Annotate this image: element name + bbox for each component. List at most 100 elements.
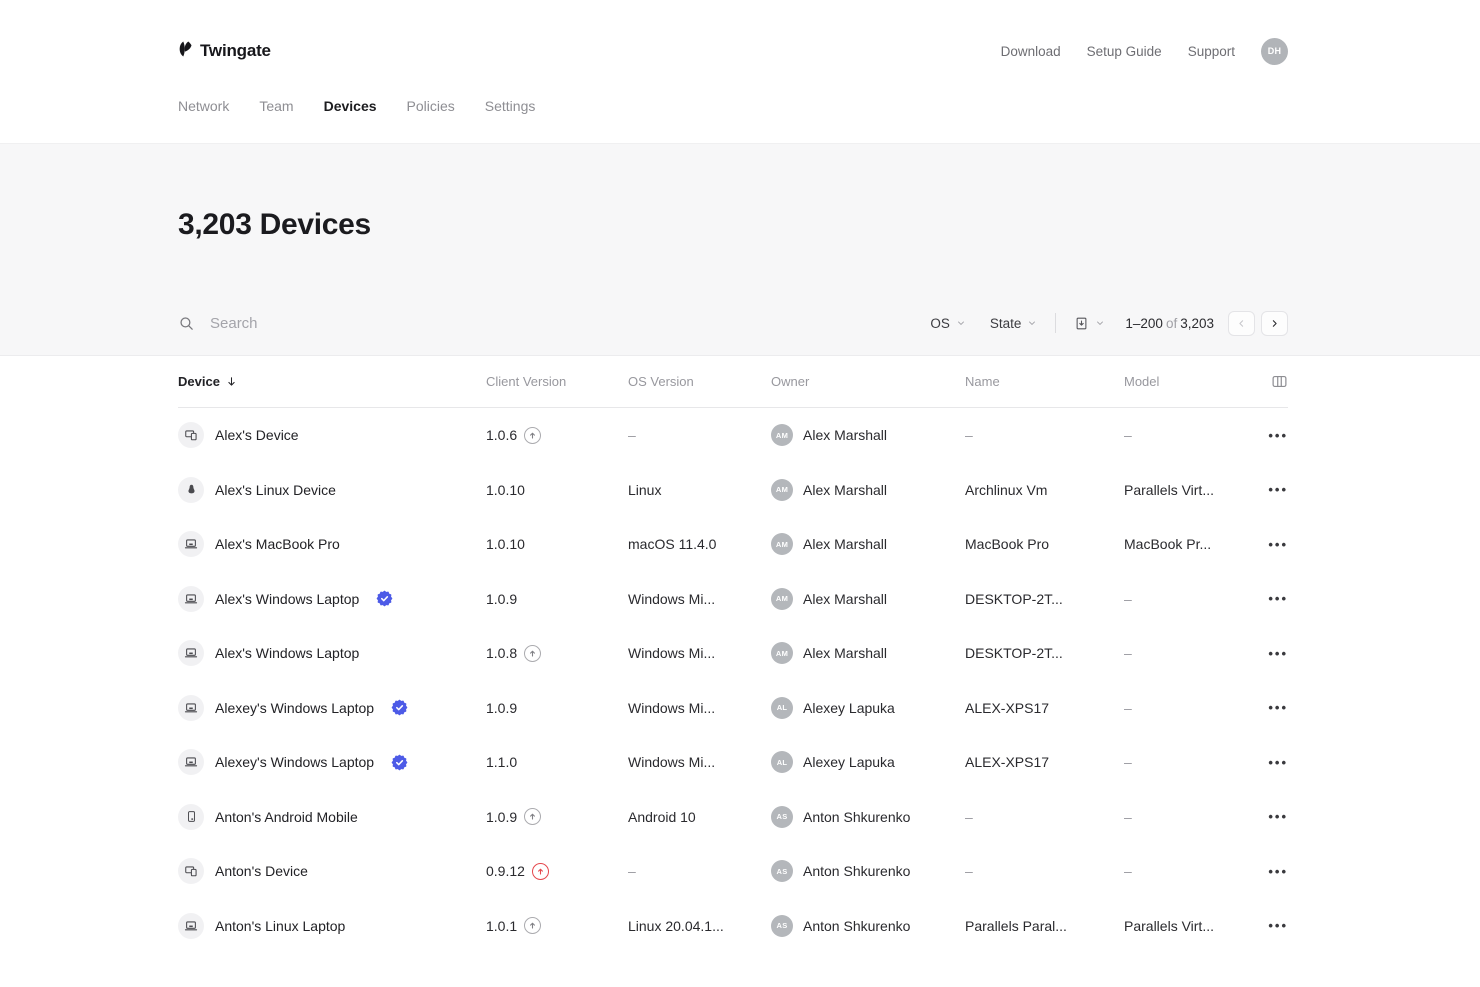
brand-name: Twingate	[200, 41, 271, 61]
mobile-phone-icon	[185, 810, 198, 823]
owner-avatar: AL	[771, 751, 793, 773]
table-row[interactable]: Anton's Android Mobile 1.0.9 Android 10 …	[178, 790, 1288, 845]
column-header-owner[interactable]: Owner	[771, 374, 965, 389]
column-header-os-version[interactable]: OS Version	[628, 374, 771, 389]
row-actions-menu-button[interactable]: •••	[1230, 428, 1288, 443]
owner-avatar: AM	[771, 642, 793, 664]
support-link[interactable]: Support	[1188, 44, 1235, 59]
page-title: 3,203 Devices	[178, 144, 1288, 242]
column-header-name[interactable]: Name	[965, 374, 1124, 389]
model-cell: Parallels Virt...	[1124, 482, 1230, 498]
chevron-down-icon	[1027, 318, 1037, 328]
name-cell: –	[965, 809, 1124, 825]
model-cell: –	[1124, 645, 1230, 661]
verified-badge-icon	[391, 699, 408, 716]
client-version: 1.0.9	[486, 700, 517, 716]
top-bar: Twingate Download Setup Guide Support DH…	[0, 0, 1480, 143]
model-cell: –	[1124, 591, 1230, 607]
column-header-device[interactable]: Device	[178, 374, 486, 389]
verified-badge-icon	[391, 754, 408, 771]
row-actions-menu-button[interactable]: •••	[1230, 755, 1288, 770]
nav-tab-team[interactable]: Team	[259, 98, 293, 114]
laptop-icon	[184, 592, 198, 606]
model-cell: –	[1124, 863, 1230, 879]
search-icon	[178, 315, 195, 332]
laptop-icon	[184, 537, 198, 551]
download-link[interactable]: Download	[1001, 44, 1061, 59]
row-actions-menu-button[interactable]: •••	[1230, 809, 1288, 824]
row-actions-menu-button[interactable]: •••	[1230, 646, 1288, 661]
nav-tab-policies[interactable]: Policies	[407, 98, 455, 114]
device-name: Alexey's Windows Laptop	[215, 754, 374, 770]
owner-avatar: AL	[771, 697, 793, 719]
owner-avatar: AS	[771, 860, 793, 882]
columns-icon	[1271, 373, 1288, 390]
column-settings-button[interactable]	[1230, 373, 1288, 390]
name-cell: DESKTOP-2T...	[965, 591, 1124, 607]
os-version-cell: –	[628, 427, 771, 443]
os-version-cell: Linux	[628, 482, 771, 498]
export-button[interactable]	[1074, 316, 1105, 331]
sort-descending-icon	[225, 375, 238, 388]
table-header-row: Device Client Version OS Version Owner N…	[178, 356, 1288, 408]
nav-tab-devices[interactable]: Devices	[324, 98, 377, 114]
twingate-logo-icon	[178, 40, 193, 63]
os-version-cell: Windows Mi...	[628, 754, 771, 770]
row-actions-menu-button[interactable]: •••	[1230, 918, 1288, 933]
search-input[interactable]	[210, 315, 510, 332]
device-name: Alex's Linux Device	[215, 482, 336, 498]
owner-avatar: AM	[771, 533, 793, 555]
nav-tab-network[interactable]: Network	[178, 98, 229, 114]
pagination-of-label: of	[1163, 316, 1180, 331]
row-actions-menu-button[interactable]: •••	[1230, 700, 1288, 715]
client-version: 1.0.10	[486, 536, 525, 552]
table-body: Alex's Device 1.0.6 – AM Alex Marshall –…	[178, 408, 1288, 953]
pagination-range: 1–200of3,203	[1125, 316, 1214, 331]
table-row[interactable]: Alex's Device 1.0.6 – AM Alex Marshall –…	[178, 408, 1288, 463]
owner-name: Alex Marshall	[803, 536, 887, 552]
client-version: 1.0.9	[486, 809, 517, 825]
client-version: 1.0.6	[486, 427, 517, 443]
client-version: 1.0.9	[486, 591, 517, 607]
os-filter-dropdown[interactable]: OS	[930, 316, 966, 331]
table-row[interactable]: Alexey's Windows Laptop 1.1.0 Windows Mi…	[178, 735, 1288, 790]
name-cell: –	[965, 427, 1124, 443]
table-row[interactable]: Anton's Device 0.9.12 – AS Anton Shkuren…	[178, 844, 1288, 899]
table-row[interactable]: Anton's Linux Laptop 1.0.1 Linux 20.04.1…	[178, 899, 1288, 954]
device-name: Alex's Device	[215, 427, 299, 443]
next-page-button[interactable]	[1261, 311, 1288, 336]
name-cell: MacBook Pro	[965, 536, 1124, 552]
setup-guide-link[interactable]: Setup Guide	[1087, 44, 1162, 59]
previous-page-button[interactable]	[1228, 311, 1255, 336]
model-cell: –	[1124, 700, 1230, 716]
table-row[interactable]: Alexey's Windows Laptop 1.0.9 Windows Mi…	[178, 681, 1288, 736]
client-version: 1.0.10	[486, 482, 525, 498]
column-header-model[interactable]: Model	[1124, 374, 1230, 389]
device-name: Alexey's Windows Laptop	[215, 700, 374, 716]
os-version-cell: Android 10	[628, 809, 771, 825]
table-row[interactable]: Alex's Windows Laptop 1.0.9 Windows Mi..…	[178, 572, 1288, 627]
state-filter-dropdown[interactable]: State	[990, 316, 1038, 331]
nav-tab-settings[interactable]: Settings	[485, 98, 536, 114]
table-row[interactable]: Alex's Windows Laptop 1.0.8 Windows Mi..…	[178, 626, 1288, 681]
row-actions-menu-button[interactable]: •••	[1230, 482, 1288, 497]
owner-avatar: AS	[771, 806, 793, 828]
upgrade-available-icon	[524, 808, 541, 825]
owner-name: Alex Marshall	[803, 591, 887, 607]
owner-name: Alexey Lapuka	[803, 754, 895, 770]
name-cell: DESKTOP-2T...	[965, 645, 1124, 661]
device-name: Alex's MacBook Pro	[215, 536, 340, 552]
table-row[interactable]: Alex's Linux Device 1.0.10 Linux AM Alex…	[178, 463, 1288, 518]
row-actions-menu-button[interactable]: •••	[1230, 537, 1288, 552]
os-version-cell: macOS 11.4.0	[628, 536, 771, 552]
row-actions-menu-button[interactable]: •••	[1230, 864, 1288, 879]
brand: Twingate	[178, 40, 271, 63]
devices-page: Twingate Download Setup Guide Support DH…	[0, 0, 1480, 987]
row-actions-menu-button[interactable]: •••	[1230, 591, 1288, 606]
upgrade-available-icon	[524, 645, 541, 662]
column-header-client-version[interactable]: Client Version	[486, 374, 628, 389]
user-avatar[interactable]: DH	[1261, 38, 1288, 65]
model-cell: –	[1124, 427, 1230, 443]
table-row[interactable]: Alex's MacBook Pro 1.0.10 macOS 11.4.0 A…	[178, 517, 1288, 572]
device-name: Anton's Linux Laptop	[215, 918, 345, 934]
